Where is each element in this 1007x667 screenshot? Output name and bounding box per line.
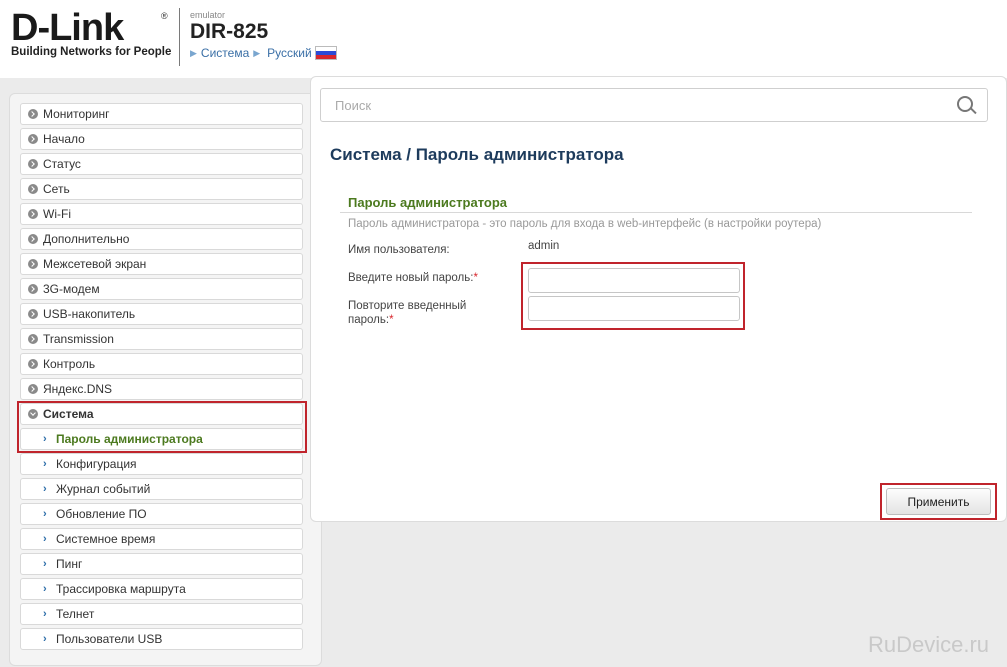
sidebar-subitem-telnet[interactable]: › Телнет (20, 603, 303, 625)
sidebar-subitem-label: Конфигурация (56, 457, 137, 471)
header-divider (179, 8, 180, 66)
sidebar-subitem-label: Трассировка маршрута (56, 582, 186, 596)
logo-registered-mark: ® (161, 11, 168, 21)
chevron-right-icon: › (43, 483, 47, 495)
sidebar-item-label: Яндекс.DNS (43, 382, 113, 396)
sidebar-item-3g-modem[interactable]: 3G-модем (20, 278, 303, 300)
chevron-right-icon: › (43, 608, 47, 620)
required-mark: * (389, 314, 394, 326)
dlink-logo: D-Link ® Building Networks for People (11, 9, 171, 58)
username-value: admin (528, 240, 560, 252)
logo-text: D-Link (11, 7, 124, 49)
highlight-apply-button (880, 483, 997, 520)
breadcrumb-system-link[interactable]: Система (201, 46, 249, 60)
sidebar-item-label: USB-накопитель (43, 307, 136, 321)
chevron-right-icon (28, 259, 38, 269)
sidebar-item-wifi[interactable]: Wi-Fi (20, 203, 303, 225)
sidebar-item-label: 3G-модем (43, 282, 100, 296)
sidebar-item-yandex-dns[interactable]: Яндекс.DNS (20, 378, 303, 400)
sidebar-subitem-label: Пользователи USB (56, 632, 163, 646)
chevron-right-icon (28, 284, 38, 294)
new-password-label-text: Введите новый пароль: (348, 272, 474, 284)
sidebar-item-label: Wi-Fi (43, 207, 71, 221)
chevron-right-icon (28, 209, 38, 219)
highlight-system-menu (17, 401, 307, 453)
logo-tagline: Building Networks for People (11, 46, 172, 58)
chevron-right-icon: › (43, 533, 47, 545)
sidebar-item-usb-storage[interactable]: USB-накопитель (20, 303, 303, 325)
sidebar-item-monitoring[interactable]: Мониторинг (20, 103, 303, 125)
sidebar-subitem-system-time[interactable]: › Системное время (20, 528, 303, 550)
new-password-label: Введите новый пароль:* (348, 271, 478, 285)
chevron-right-icon (28, 309, 38, 319)
chevron-right-icon (28, 109, 38, 119)
russian-flag-icon[interactable] (314, 46, 337, 60)
sidebar-subitem-firmware-update[interactable]: › Обновление ПО (20, 503, 303, 525)
sidebar-item-label: Межсетевой экран (43, 257, 147, 271)
chevron-right-icon (28, 334, 38, 344)
chevron-right-icon (28, 134, 38, 144)
sidebar-item-start[interactable]: Начало (20, 128, 303, 150)
sidebar-item-network[interactable]: Сеть (20, 178, 303, 200)
search-icon[interactable] (957, 96, 973, 112)
chevron-right-icon: › (43, 558, 47, 570)
sidebar-item-label: Начало (43, 132, 85, 146)
chevron-right-icon (28, 234, 38, 244)
chevron-right-icon: › (43, 633, 47, 645)
section-title: Пароль администратора (348, 195, 508, 210)
sidebar-subitem-configuration[interactable]: › Конфигурация (20, 453, 303, 475)
sidebar-subitem-ping[interactable]: › Пинг (20, 553, 303, 575)
chevron-right-icon (28, 359, 38, 369)
sidebar-item-transmission[interactable]: Transmission (20, 328, 303, 350)
sidebar-item-label: Дополнительно (43, 232, 130, 246)
chevron-right-icon (28, 384, 38, 394)
sidebar-item-control[interactable]: Контроль (20, 353, 303, 375)
username-label: Имя пользователя: (348, 244, 450, 256)
section-description: Пароль администратора - это пароль для в… (348, 218, 822, 230)
search-placeholder: Поиск (335, 98, 372, 113)
chevron-right-icon (28, 159, 38, 169)
sidebar-item-label: Контроль (43, 357, 96, 371)
breadcrumb-arrow-icon: ▶ (253, 47, 261, 58)
sidebar-subitem-traceroute[interactable]: › Трассировка маршрута (20, 578, 303, 600)
sidebar-item-label: Сеть (43, 182, 70, 196)
chevron-right-icon: › (43, 508, 47, 520)
search-box[interactable]: Поиск (320, 88, 988, 122)
sidebar-item-label: Статус (43, 157, 81, 171)
sidebar-subitem-event-log[interactable]: › Журнал событий (20, 478, 303, 500)
required-mark: * (473, 272, 478, 284)
sidebar-item-label: Transmission (43, 332, 114, 346)
page-title: Система / Пароль администратора (330, 145, 624, 164)
repeat-password-label: Повторите введенный пароль:* (348, 299, 466, 327)
sidebar-subitem-label: Системное время (56, 532, 156, 546)
language-selector[interactable]: Русский (267, 46, 312, 60)
sidebar-item-advanced[interactable]: Дополнительно (20, 228, 303, 250)
sidebar-subitem-label: Пинг (56, 557, 83, 571)
sidebar-item-firewall[interactable]: Межсетевой экран (20, 253, 303, 275)
sidebar-subitem-label: Телнет (56, 607, 95, 621)
emulator-label: emulator (190, 10, 226, 20)
breadcrumb-arrow-icon: ▶ (190, 47, 197, 58)
breadcrumb: ▶ Система ▶ Русский (190, 46, 337, 60)
sidebar-item-status[interactable]: Статус (20, 153, 303, 175)
section-divider (340, 212, 972, 213)
repeat-password-label-line1: Повторите введенный (348, 300, 467, 312)
chevron-right-icon: › (43, 458, 47, 470)
chevron-right-icon: › (43, 583, 47, 595)
sidebar-subitem-label: Обновление ПО (56, 507, 147, 521)
sidebar-subitem-usb-users[interactable]: › Пользователи USB (20, 628, 303, 650)
highlight-password-fields (521, 262, 745, 330)
model-name: DIR-825 (190, 20, 269, 43)
header: D-Link ® Building Networks for People em… (0, 0, 1007, 78)
repeat-password-label-line2: пароль: (348, 314, 390, 326)
sidebar-item-label: Мониторинг (43, 107, 110, 121)
watermark: RuDevice.ru (868, 632, 990, 657)
sidebar-subitem-label: Журнал событий (56, 482, 151, 496)
chevron-right-icon (28, 184, 38, 194)
